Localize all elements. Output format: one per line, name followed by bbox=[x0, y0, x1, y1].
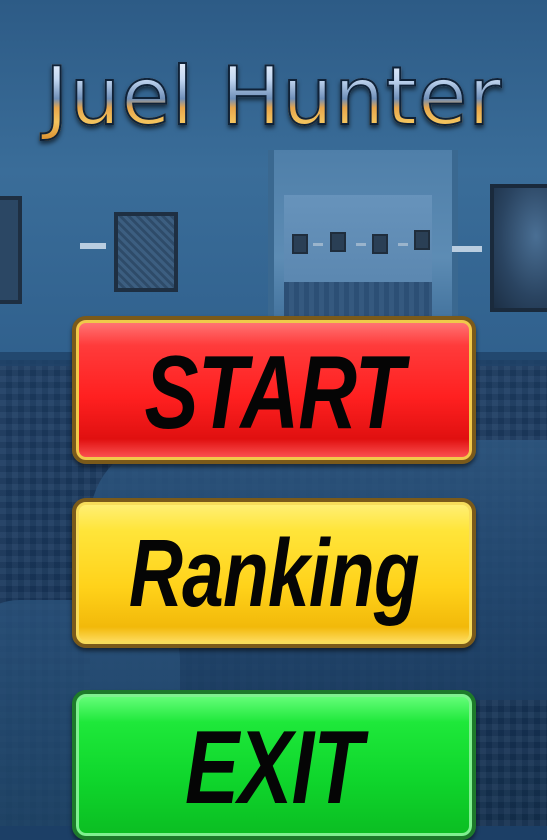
far-plaque bbox=[356, 243, 366, 246]
ranking-button-label: Ranking bbox=[129, 520, 420, 627]
far-painting bbox=[372, 234, 388, 254]
far-painting bbox=[414, 230, 430, 250]
painting-far-left bbox=[0, 196, 22, 304]
painting-right bbox=[490, 184, 547, 312]
start-button-label: START bbox=[144, 334, 404, 451]
far-plaque bbox=[398, 243, 408, 246]
start-button[interactable]: START bbox=[72, 316, 476, 464]
game-title: Juel Hunter bbox=[0, 51, 547, 143]
far-painting bbox=[292, 234, 308, 254]
exit-button[interactable]: EXIT bbox=[72, 690, 476, 840]
plaque-right bbox=[452, 246, 482, 252]
title-screen: { "game": { "title": "Juel Hunter" }, "m… bbox=[0, 0, 547, 840]
far-plaque bbox=[313, 243, 323, 246]
painting-left bbox=[114, 212, 178, 292]
exit-button-label: EXIT bbox=[185, 709, 363, 826]
plaque-left bbox=[80, 243, 106, 249]
ranking-button[interactable]: Ranking bbox=[72, 498, 476, 648]
far-painting bbox=[330, 232, 346, 252]
